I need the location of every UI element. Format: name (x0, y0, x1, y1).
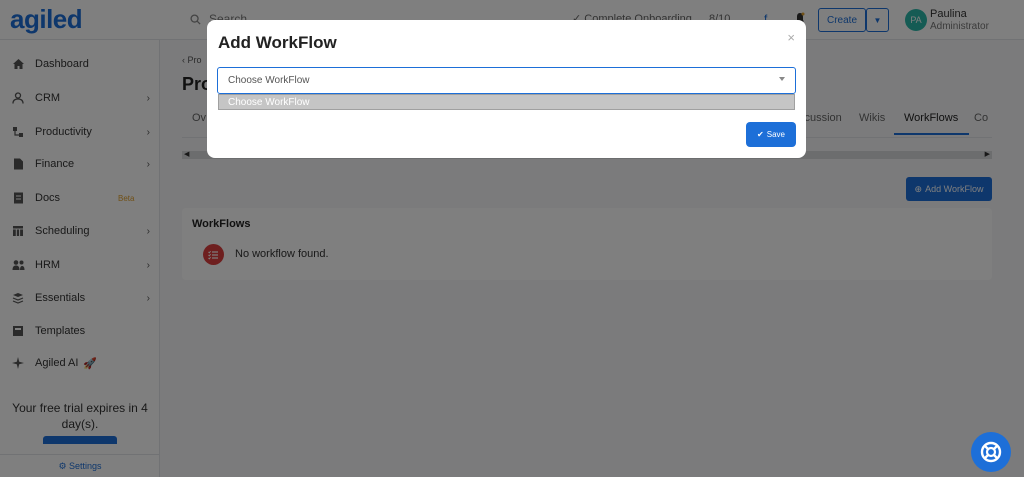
dropdown-option[interactable]: Choose WorkFlow (218, 94, 795, 110)
save-label: Save (766, 130, 785, 139)
check-icon: ✔ (757, 130, 764, 139)
caret-down-icon (779, 77, 785, 81)
lifebuoy-icon (980, 441, 1002, 463)
save-button[interactable]: ✔ Save (746, 122, 796, 147)
modal-title: Add WorkFlow (218, 33, 337, 52)
add-workflow-modal: Add WorkFlow × Choose WorkFlow Choose Wo… (207, 20, 806, 158)
close-icon[interactable]: × (787, 30, 795, 45)
select-value: Choose WorkFlow (228, 75, 310, 86)
workflow-select[interactable]: Choose WorkFlow (217, 67, 796, 94)
help-button[interactable] (971, 432, 1011, 472)
